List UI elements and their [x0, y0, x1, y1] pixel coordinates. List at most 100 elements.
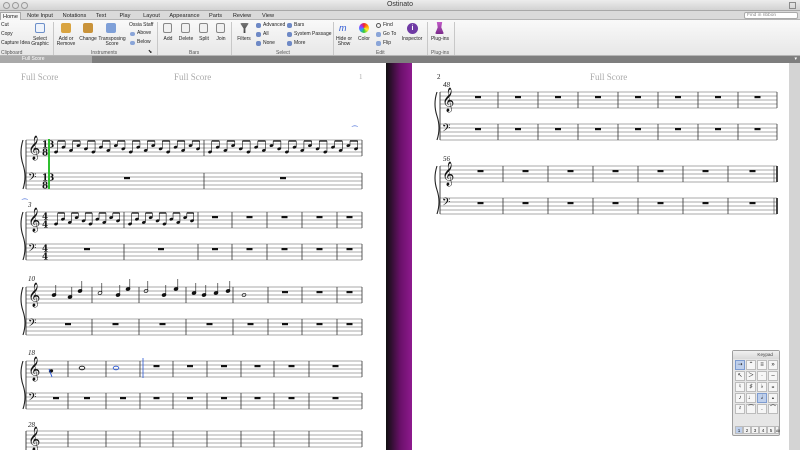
keypad-key[interactable]: ⌃	[746, 360, 756, 370]
whole-rest-icon	[675, 96, 681, 99]
keypad-key[interactable]: ♩	[746, 393, 756, 403]
whole-rest-icon	[595, 96, 601, 99]
whole-rest-icon	[282, 291, 288, 294]
keypad-tab-5[interactable]: 5	[767, 426, 775, 434]
treble-clef-icon: 𝄞	[442, 161, 454, 186]
whole-rest-icon	[612, 202, 619, 205]
system-brace	[20, 286, 26, 336]
whole-rest-icon	[158, 248, 164, 251]
whole-rest-icon	[522, 170, 529, 173]
keypad-key[interactable]: ♯	[746, 382, 756, 392]
keypad-key[interactable]: ⌒	[768, 404, 778, 414]
cue-marker-icon: ⁀	[351, 125, 358, 134]
whole-rest-icon	[124, 177, 130, 180]
whole-rest-icon	[120, 397, 126, 400]
whole-rest-icon	[346, 291, 353, 294]
time-signature: 8	[42, 149, 48, 159]
whole-rest-icon	[281, 248, 288, 251]
whole-rest-icon	[246, 216, 253, 219]
whole-rest-icon	[675, 128, 681, 131]
keypad-key[interactable]: –	[768, 371, 778, 381]
treble-clef-icon: 𝄞	[28, 282, 40, 307]
whole-rest-icon	[254, 365, 261, 368]
treble-clef-icon: 𝄞	[28, 426, 40, 450]
whole-rest-icon	[522, 202, 529, 205]
keypad-tab-4[interactable]: 4	[759, 426, 767, 434]
keypad-key[interactable]: ♪	[735, 393, 745, 403]
bass-clef-icon: 𝄢	[442, 123, 450, 138]
whole-rest-icon	[702, 170, 709, 173]
score-canvas[interactable]: 𝄞𝄢138138⁀𝄞𝄢4444⁀𝄞𝄢𝄞𝄢𝄞𝄞𝄢𝄞𝄢	[0, 0, 800, 450]
whole-rest-icon	[754, 96, 761, 99]
whole-rest-icon	[187, 365, 193, 368]
whole-rest-icon	[477, 170, 484, 173]
whole-rest-icon	[346, 323, 353, 326]
keypad-key[interactable]: 𝄪	[768, 382, 778, 392]
whole-rest-icon	[346, 216, 353, 219]
keypad-key[interactable]: 𝄽	[735, 404, 745, 414]
whole-rest-icon	[754, 128, 761, 131]
whole-rest-icon	[477, 202, 484, 205]
whole-rest-icon	[555, 128, 561, 131]
whole-rest-icon	[159, 323, 166, 326]
keypad-key[interactable]: ♮	[735, 382, 745, 392]
keypad-key[interactable]: ⁀	[746, 404, 756, 414]
whole-rest-icon	[316, 248, 323, 251]
whole-rest-icon	[221, 397, 227, 400]
keypad-title: Keypad	[733, 351, 779, 359]
selection-caret	[48, 139, 50, 189]
whole-rest-icon	[715, 128, 721, 131]
keypad-key[interactable]: .	[757, 404, 767, 414]
whole-rest-icon	[288, 365, 295, 368]
whole-rest-icon	[246, 248, 253, 251]
whole-rest-icon	[316, 323, 323, 326]
whole-rest-icon	[635, 128, 641, 131]
keypad-key[interactable]: ↖	[735, 371, 745, 381]
keypad-tab-all[interactable]: All	[775, 426, 780, 434]
keypad-key[interactable]: 𝅝	[768, 393, 778, 403]
whole-rest-icon	[153, 365, 160, 368]
keypad-key[interactable]: ＞	[746, 371, 756, 381]
time-signature: 4	[42, 253, 48, 263]
time-signature: 8	[42, 182, 48, 192]
keypad-key[interactable]: 𝅗𝅥	[757, 393, 767, 403]
whole-rest-icon	[65, 323, 71, 326]
whole-rest-icon	[280, 177, 286, 180]
keypad-key[interactable]: ·	[757, 371, 767, 381]
whole-rest-icon	[749, 202, 756, 205]
whole-rest-icon	[221, 365, 227, 368]
whole-rest-icon	[84, 248, 90, 251]
keypad-key[interactable]: »	[768, 360, 778, 370]
keypad-panel[interactable]: Keypad ⇢ ⌃ ≡ » ↖ ＞ · – ♮ ♯ ♭ 𝄪 ♪ ♩ 𝅗𝅥 𝅝 …	[732, 350, 780, 436]
keypad-key[interactable]: ⇢	[735, 360, 745, 370]
whole-rest-icon	[187, 397, 193, 400]
treble-clef-icon: 𝄞	[442, 87, 454, 112]
whole-rest-icon	[475, 96, 481, 99]
whole-rest-icon	[475, 128, 481, 131]
whole-rest-icon	[288, 397, 295, 400]
system-brace	[20, 211, 26, 261]
treble-clef-icon: 𝄞	[28, 207, 40, 232]
whole-rest-icon	[515, 128, 521, 131]
whole-rest-icon	[153, 397, 160, 400]
whole-rest-icon	[567, 170, 574, 173]
whole-rest-icon	[657, 202, 664, 205]
keypad-layout-tabs: 1 2 3 4 5 All	[735, 426, 780, 435]
whole-rest-icon	[715, 96, 721, 99]
bass-clef-icon: 𝄢	[28, 392, 36, 407]
system-brace	[434, 91, 440, 141]
whole-rest-icon	[254, 397, 261, 400]
keypad-key[interactable]: ♭	[757, 382, 767, 392]
whole-rest-icon	[206, 323, 213, 326]
whole-rest-icon	[635, 96, 641, 99]
whole-rest-icon	[657, 170, 664, 173]
keypad-tab-2[interactable]: 2	[743, 426, 751, 434]
whole-rest-icon	[316, 216, 323, 219]
keypad-tab-1[interactable]: 1	[735, 426, 743, 434]
keypad-key[interactable]: ≡	[757, 360, 767, 370]
bass-clef-icon: 𝄢	[28, 243, 36, 258]
treble-clef-icon: 𝄞	[28, 135, 40, 160]
whole-rest-icon	[112, 323, 119, 326]
system-brace	[434, 165, 440, 215]
keypad-tab-3[interactable]: 3	[751, 426, 759, 434]
